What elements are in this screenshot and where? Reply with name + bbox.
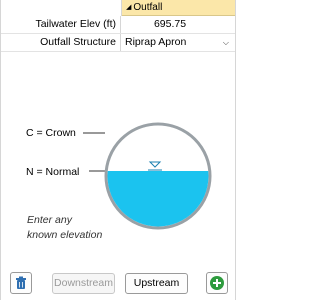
row-tailwater-elev: Tailwater Elev (ft) 695.75 (1, 16, 235, 34)
water-fill (107, 171, 209, 227)
plus-circle-icon (210, 276, 224, 290)
hint-text: Enter any known elevation (27, 213, 102, 243)
delete-button[interactable] (10, 272, 32, 294)
tailwater-elev-label: Tailwater Elev (ft) (1, 16, 121, 33)
row-outfall-structure: Outfall Structure Riprap Apron ⌵ (1, 34, 235, 52)
tailwater-elev-input[interactable]: 695.75 (121, 16, 235, 33)
hint-line-1: Enter any (27, 214, 72, 226)
outfall-structure-select[interactable]: Riprap Apron ⌵ (121, 34, 235, 51)
pipe-cross-section-diagram (83, 122, 212, 230)
trash-icon (16, 276, 26, 289)
property-grid-header: ◢ Outfall (1, 0, 235, 16)
section-label: Outfall (133, 2, 163, 13)
collapse-triangle-icon[interactable]: ◢ (126, 4, 131, 11)
upstream-button[interactable]: Upstream (125, 273, 188, 294)
chevron-down-icon[interactable]: ⌵ (223, 34, 229, 51)
section-header-outfall[interactable]: ◢ Outfall (122, 0, 235, 16)
add-button[interactable] (206, 272, 228, 294)
outfall-structure-label: Outfall Structure (1, 34, 121, 51)
hint-line-2: known elevation (27, 229, 103, 241)
properties-panel: ◢ Outfall Tailwater Elev (ft) 695.75 Outf… (0, 0, 236, 300)
outfall-structure-value: Riprap Apron (125, 36, 187, 48)
header-spacer (1, 0, 122, 16)
property-grid: ◢ Outfall Tailwater Elev (ft) 695.75 Outf… (1, 0, 235, 52)
downstream-button[interactable]: Downstream (52, 273, 115, 294)
